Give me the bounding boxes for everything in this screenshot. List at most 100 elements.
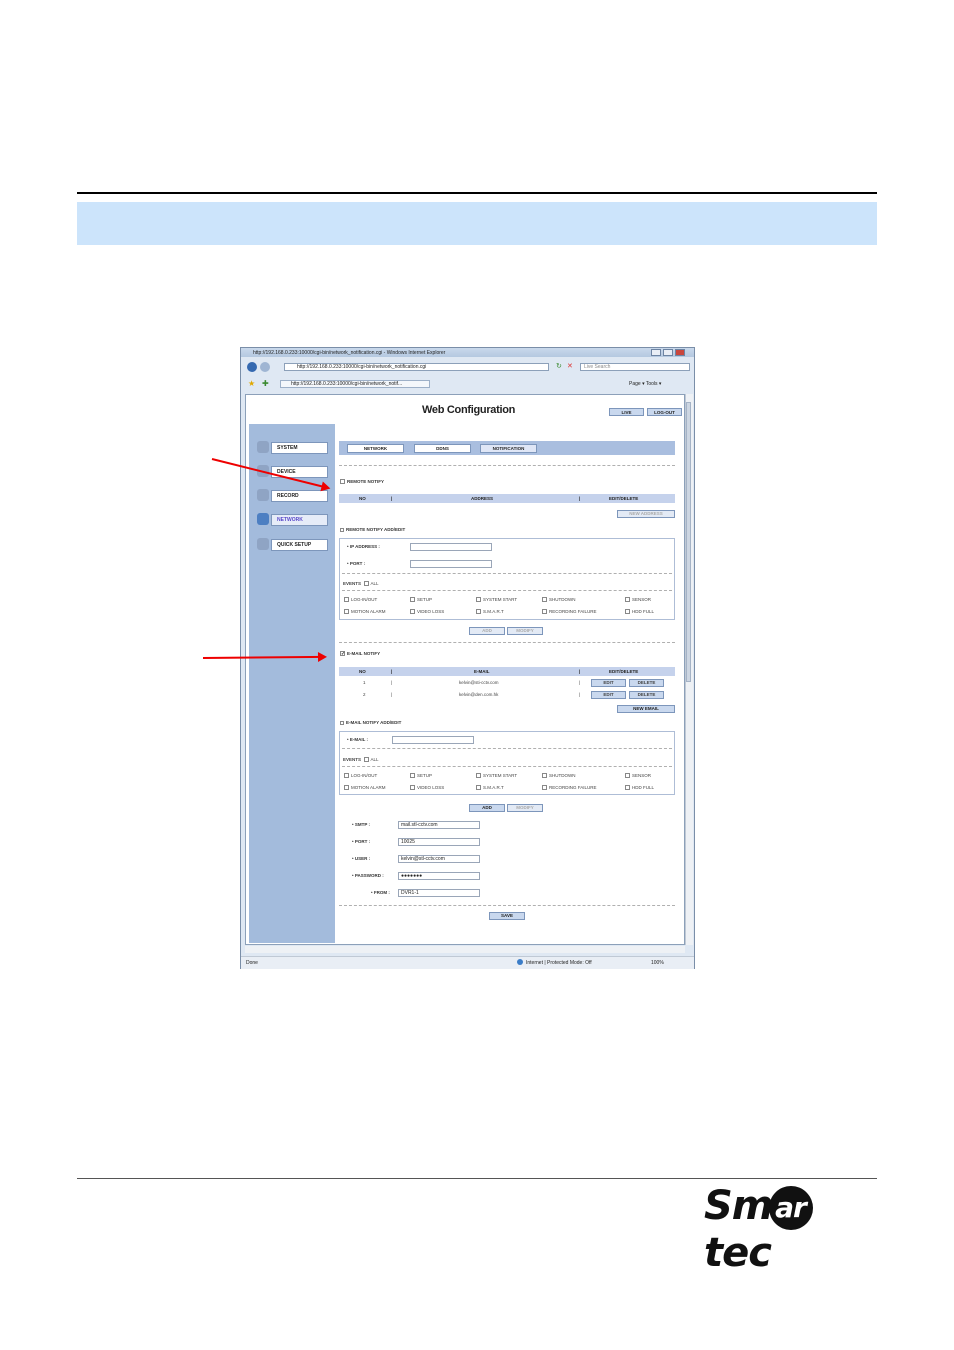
remote-section-checkbox[interactable] [340,527,344,532]
delete-button[interactable]: DELETE [629,679,664,687]
event-checkbox[interactable] [410,597,415,603]
back-icon[interactable] [247,362,257,372]
event-checkbox[interactable] [542,597,547,603]
event-checkbox[interactable] [344,785,349,791]
favorites-star-icon[interactable]: ★ [248,379,255,388]
page-content: Web Configuration LIVE LOG-OUT SYSTEM DE… [245,394,685,945]
tab-ddns[interactable]: DDNS [414,444,471,453]
user-label: • USER : [352,856,371,861]
window-title: http://192.168.0.233:10000/cgi-bin/netwo… [253,350,446,356]
email-label: • E-MAIL : [347,737,368,742]
event-checkbox[interactable] [410,785,415,791]
event-checkbox[interactable] [410,609,415,615]
edit-button[interactable]: EDIT [591,679,626,687]
event-checkbox[interactable] [344,597,349,603]
bottom-rule [77,1178,877,1179]
email-modify-button[interactable]: MODIFY [507,804,543,812]
minimize-icon[interactable] [651,349,661,356]
remote-modify-button[interactable]: MODIFY [507,627,543,635]
email-cell: kelvin@den.com.hk [459,692,499,697]
delete-button[interactable]: DELETE [629,691,664,699]
title-bar: http://192.168.0.233:10000/cgi-bin/netwo… [241,348,694,357]
email-form-box: • E-MAIL : EVENTS ALL LOG-IN/OUT SETUP S… [339,731,675,795]
col-edit-delete: EDIT/DELETE [609,496,639,501]
event-checkbox[interactable] [625,597,630,603]
remote-add-button[interactable]: ADD [469,627,505,635]
ip-label: • IP ADDRESS : [347,544,380,549]
sidebar-item-record[interactable]: RECORD [271,490,328,502]
edit-button[interactable]: EDIT [591,691,626,699]
event-checkbox[interactable] [542,773,547,779]
event-checkbox[interactable] [625,785,630,791]
event-checkbox[interactable] [410,773,415,779]
heading-band [77,202,877,245]
page-tools-menu[interactable]: Page ▾ Tools ▾ [629,381,661,387]
port-input[interactable] [410,560,492,568]
remote-section-row: REMOTE NOTIFY ADD/EDIT [340,527,405,532]
close-icon[interactable] [675,349,685,356]
email-input[interactable] [392,736,474,744]
sidebar-item-system[interactable]: SYSTEM [271,442,328,454]
sidebar-item-network[interactable]: NETWORK [271,514,328,526]
email-section-checkbox[interactable] [340,720,344,725]
smtp-input[interactable]: mail.stl-cctv.com [398,821,480,829]
browser-tab[interactable]: http://192.168.0.233:10000/cgi-bin/netwo… [280,380,430,388]
divider [342,573,672,574]
live-button[interactable]: LIVE [609,408,644,416]
zoom-level[interactable]: 100% [651,960,664,966]
event-checkbox[interactable] [625,773,630,779]
event-checkbox[interactable] [476,773,481,779]
event-checkbox[interactable] [344,609,349,615]
smtp-port-input[interactable]: 10025 [398,838,480,846]
event-checkbox[interactable] [476,597,481,603]
smtp-label: • SMTP : [352,822,370,827]
tab-notification[interactable]: NOTIFICATION [480,444,537,453]
save-button[interactable]: SAVE [489,912,525,920]
maximize-icon[interactable] [663,349,673,356]
email-add-button[interactable]: ADD [469,804,505,812]
col-no: NO [359,669,366,674]
address-bar[interactable]: http://192.168.0.233:10000/cgi-bin/netwo… [284,363,549,371]
user-input[interactable]: kelvin@stl-cctv.com [398,855,480,863]
event-checkbox[interactable] [542,609,547,615]
sidebar-item-quick-setup[interactable]: QUICK SETUP [271,539,328,551]
stop-icon[interactable]: ✕ [567,362,573,370]
divider [342,748,672,749]
from-input[interactable]: DVR1-1 [398,889,480,897]
globe-icon [517,959,523,965]
from-label: • FROM : [371,890,390,895]
add-favorites-icon[interactable]: ✚ [262,379,269,388]
email-notify-checkbox[interactable]: ✓ [340,651,345,657]
email-notify-row: ✓ E-MAIL NOTIFY [340,651,380,657]
tab-network[interactable]: NETWORK [347,444,404,453]
password-label: • PASSWORD : [352,873,384,878]
status-bar: Done Internet | Protected Mode: Off 100% [241,956,694,969]
event-checkbox[interactable] [625,609,630,615]
search-input[interactable]: Live Search [580,363,690,371]
port-label: • PORT : [347,561,366,566]
remote-notify-checkbox[interactable] [340,479,345,485]
event-checkbox[interactable] [344,773,349,779]
password-input[interactable]: ●●●●●●● [398,872,480,880]
email-section-title: E-MAIL NOTIFY ADD/EDIT [346,720,402,725]
ip-address-input[interactable] [410,543,492,551]
forward-icon[interactable] [260,362,270,372]
events-label: EVENTS [343,581,362,586]
event-checkbox[interactable] [542,785,547,791]
favorites-row: ★ ✚ http://192.168.0.233:10000/cgi-bin/n… [244,379,692,389]
smartec-logo: Smartec [704,1183,864,1276]
event-checkbox[interactable] [476,609,481,615]
new-address-button[interactable]: NEW ADDRESS [617,510,675,518]
all-checkbox[interactable] [363,581,369,587]
logout-button[interactable]: LOG-OUT [647,408,682,416]
scrollbar-thumb[interactable] [686,402,691,682]
all-checkbox[interactable] [363,757,369,763]
horizontal-scrollbar[interactable] [245,946,685,953]
refresh-icon[interactable]: ↻ [556,362,562,370]
event-checkbox[interactable] [476,785,481,791]
new-email-button[interactable]: NEW EMAIL [617,705,675,713]
email-cell: kelvin@sti-cctv.com [459,680,499,685]
security-zone: Internet | Protected Mode: Off [526,960,592,966]
main-panel: NETWORK DDNS NOTIFICATION REMOTE NOTIFY … [335,424,683,943]
system-icon [257,441,269,453]
